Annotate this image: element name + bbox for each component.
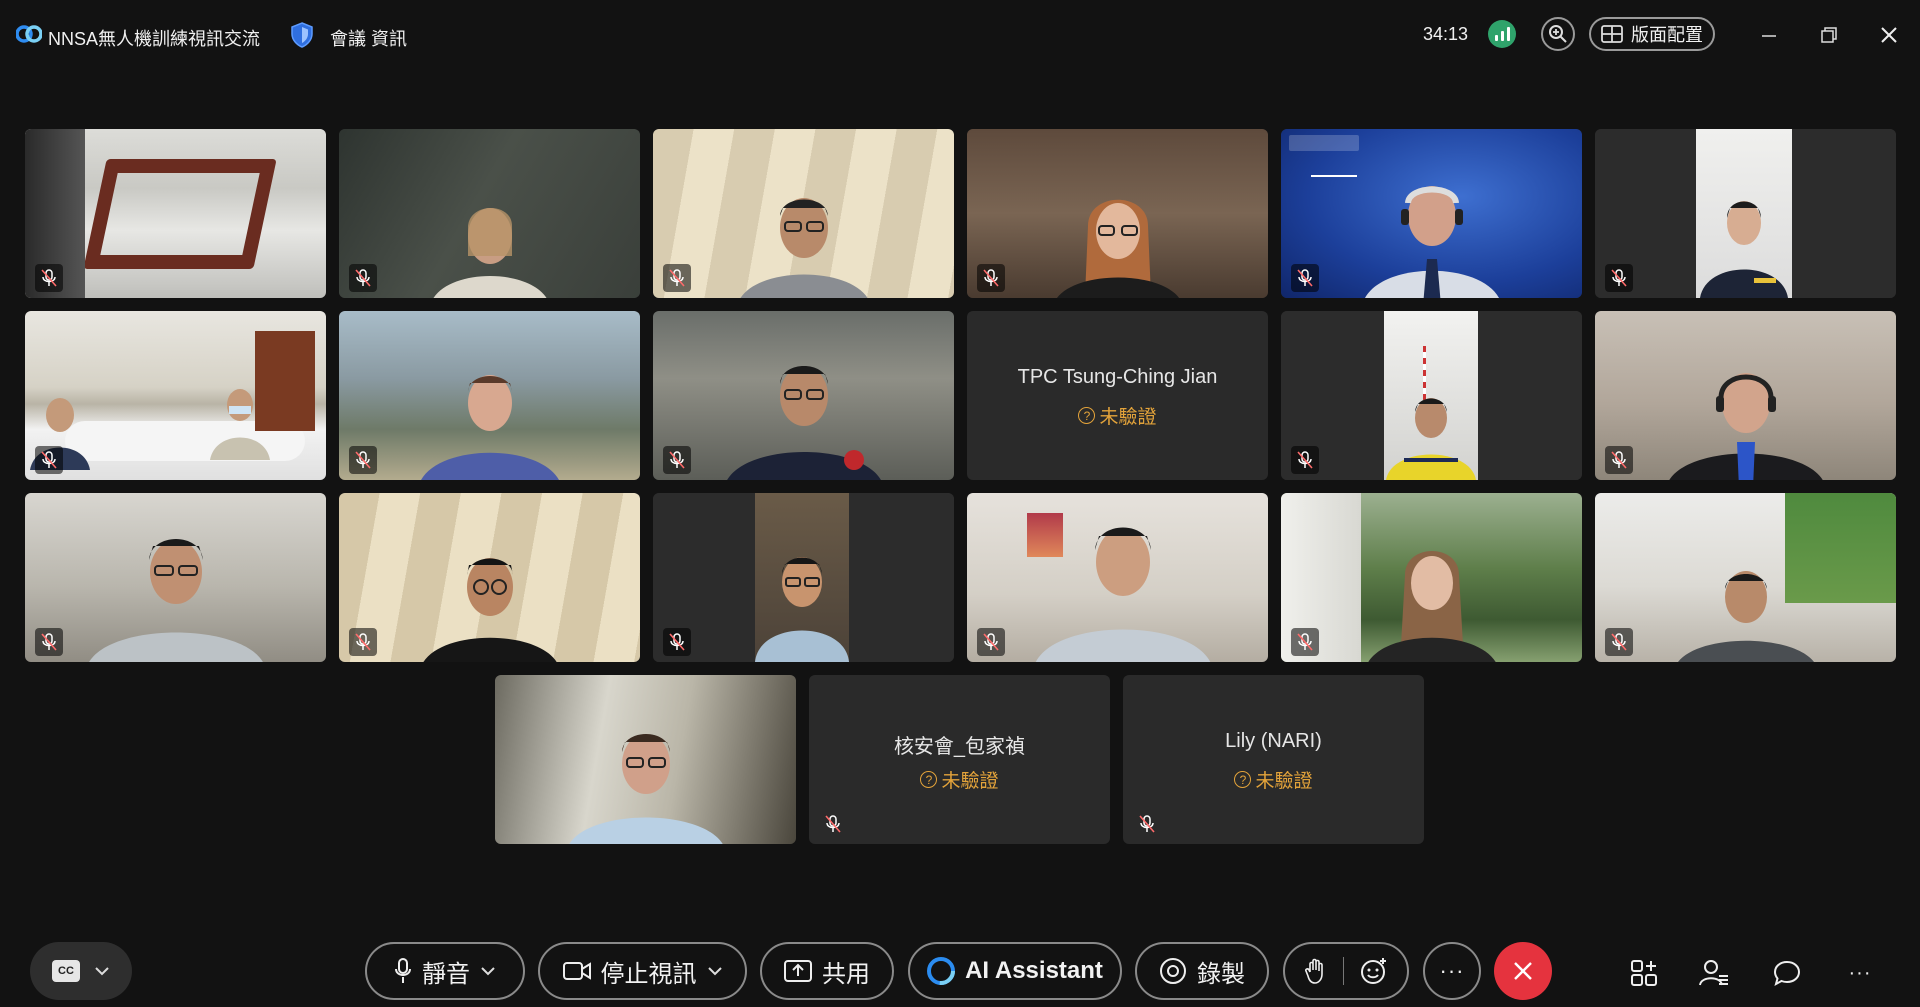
mic-off-icon xyxy=(1605,628,1633,656)
question-icon: ? xyxy=(1078,407,1096,424)
raise-hand-icon[interactable] xyxy=(1304,958,1327,984)
zoom-in-icon[interactable] xyxy=(1541,17,1575,51)
video-tile-man-office[interactable] xyxy=(967,493,1268,662)
nnsa-logo xyxy=(1311,163,1357,177)
more-options-button[interactable]: ··· xyxy=(1423,942,1481,1000)
more-icon: ··· xyxy=(1439,958,1465,983)
question-icon: ? xyxy=(1234,771,1252,788)
share-label: 共用 xyxy=(822,960,870,988)
video-tile-man-grey-tee[interactable] xyxy=(25,493,326,662)
unverified-badge: ? 未驗證 xyxy=(967,402,1268,429)
meeting-timer: 34:13 xyxy=(1423,24,1469,44)
closed-captions-button[interactable]: CC xyxy=(30,942,132,1000)
chevron-down-icon xyxy=(481,967,495,976)
mic-off-icon xyxy=(819,810,847,838)
end-call-button[interactable] xyxy=(1494,942,1552,1000)
reaction-emoji-icon[interactable] xyxy=(1360,957,1388,985)
stop-video-button[interactable]: 停止視訊 xyxy=(538,942,747,1000)
video-tile-lily[interactable]: Lily (NARI) ? 未驗證 xyxy=(1123,675,1424,844)
unverified-badge: ? 未驗證 xyxy=(809,766,1110,793)
close-icon xyxy=(1514,962,1532,980)
mic-off-icon xyxy=(977,628,1005,656)
video-tile-man-purple-shirt[interactable] xyxy=(339,311,640,480)
grid-layout-icon xyxy=(1601,25,1623,43)
mic-off-icon xyxy=(1291,446,1319,474)
more-icon[interactable]: ··· xyxy=(1843,956,1877,990)
mic-off-icon xyxy=(349,264,377,292)
mic-off-icon xyxy=(1133,810,1161,838)
video-tile-bao[interactable]: 核安會_包家禎 ? 未驗證 xyxy=(809,675,1110,844)
ai-assistant-label: AI Assistant xyxy=(965,957,1103,984)
video-tile-man-headset[interactable] xyxy=(1595,311,1896,480)
mic-off-icon xyxy=(1291,628,1319,656)
layout-label: 版面配置 xyxy=(1631,25,1703,45)
mic-off-icon xyxy=(663,264,691,292)
mic-off-icon xyxy=(1605,446,1633,474)
video-tile-man-office-green[interactable] xyxy=(1595,493,1896,662)
participant-name: Lily (NARI) xyxy=(1225,730,1322,752)
video-tile-yellow-vest[interactable] xyxy=(1281,311,1582,480)
restore-icon[interactable] xyxy=(1812,18,1846,52)
layout-button[interactable]: 版面配置 xyxy=(1589,17,1715,51)
mic-off-icon xyxy=(1291,264,1319,292)
video-camera-icon xyxy=(562,962,591,980)
video-tile-man-blue-shirt[interactable] xyxy=(495,675,796,844)
record-label: 錄製 xyxy=(1197,960,1245,988)
cc-icon: CC xyxy=(52,960,80,982)
record-icon xyxy=(1160,958,1186,984)
mic-off-icon xyxy=(663,446,691,474)
mic-off-icon xyxy=(977,264,1005,292)
video-tile-conference-room[interactable] xyxy=(25,129,326,298)
share-button[interactable]: 共用 xyxy=(760,942,894,1000)
video-tile-woman-forest[interactable] xyxy=(1281,493,1582,662)
meeting-info-button[interactable]: 會議 資訊 xyxy=(330,25,407,51)
ins-logo xyxy=(1289,135,1359,151)
apps-icon[interactable] xyxy=(1627,956,1661,990)
mic-off-icon xyxy=(35,628,63,656)
video-tile-tpc[interactable]: TPC Tsung-Ching Jian ? 未驗證 xyxy=(967,311,1268,480)
video-tile-man-narrow[interactable] xyxy=(653,493,954,662)
mic-off-icon xyxy=(35,446,63,474)
participants-icon[interactable] xyxy=(1697,956,1731,990)
ai-assistant-button[interactable]: AI Assistant xyxy=(908,942,1122,1000)
video-tile-police-officer[interactable] xyxy=(653,311,954,480)
ai-assistant-icon xyxy=(927,957,956,985)
video-tile-woman-blonde[interactable] xyxy=(339,129,640,298)
unverified-badge: ? 未驗證 xyxy=(1123,766,1424,793)
chevron-down-icon xyxy=(95,967,109,976)
video-tile-man-glasses-grey[interactable] xyxy=(653,129,954,298)
chat-icon[interactable] xyxy=(1770,956,1804,990)
video-tile-woman-red-hair[interactable] xyxy=(967,129,1268,298)
record-button[interactable]: 錄製 xyxy=(1135,942,1269,1000)
mic-off-icon xyxy=(1605,264,1633,292)
mic-off-icon xyxy=(349,446,377,474)
share-screen-icon xyxy=(784,960,812,982)
mute-label: 靜音 xyxy=(422,960,470,988)
stop-video-label: 停止視訊 xyxy=(600,960,697,988)
chevron-down-icon xyxy=(707,967,722,976)
app-title: NNSA無人機訓練視訊交流 xyxy=(48,29,261,49)
mic-off-icon xyxy=(663,628,691,656)
participant-name: TPC Tsung-Ching Jian xyxy=(1017,366,1218,388)
title-bar: NNSA無人機訓練視訊交流 會議 資訊 34:13 版面配置 xyxy=(0,0,1920,70)
question-icon: ? xyxy=(920,771,938,788)
mute-button[interactable]: 靜音 xyxy=(365,942,525,1000)
mic-off-icon xyxy=(35,264,63,292)
reactions-group xyxy=(1283,942,1409,1000)
close-icon[interactable] xyxy=(1872,18,1906,52)
video-tile-woman-uniform[interactable] xyxy=(1595,129,1896,298)
shield-icon[interactable] xyxy=(290,22,314,48)
mic-off-icon xyxy=(349,628,377,656)
video-tile-man-ins-nnsa[interactable] xyxy=(1281,129,1582,298)
video-tile-young-man-glasses[interactable] xyxy=(339,493,640,662)
video-tile-meeting-room-2[interactable] xyxy=(25,311,326,480)
signal-stats-icon[interactable] xyxy=(1488,20,1516,48)
microphone-icon xyxy=(395,958,411,983)
webex-logo-icon xyxy=(16,25,42,43)
participant-name: 核安會_包家禎 xyxy=(893,736,1026,758)
minimize-icon[interactable] xyxy=(1752,18,1786,52)
